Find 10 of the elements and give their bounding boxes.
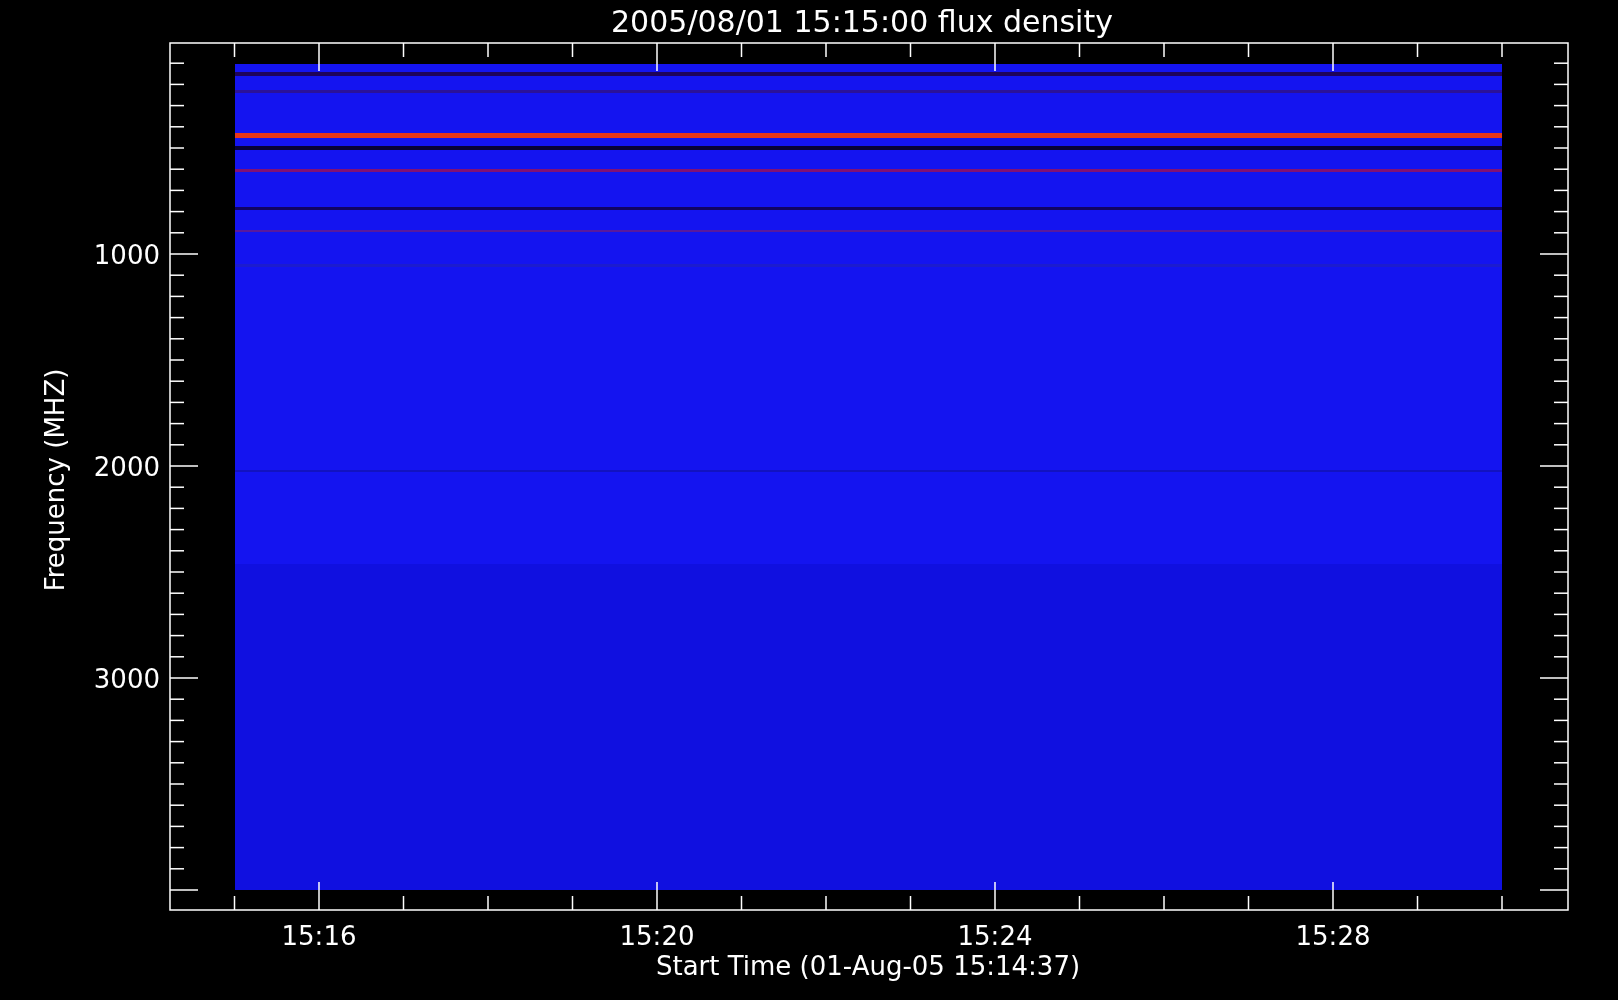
y-tick-label: 2000 [93, 452, 160, 482]
x-tick-label: 15:28 [1295, 921, 1371, 951]
x-axis-label: Start Time (01-Aug-05 15:14:37) [655, 951, 1081, 981]
y-tick-label: 1000 [93, 240, 160, 270]
x-tick-label: 15:16 [281, 921, 357, 951]
x-tick-label: 15:24 [957, 921, 1033, 951]
y-axis-label: Frequency (MHZ) [40, 368, 70, 592]
x-tick-label: 15:20 [619, 921, 695, 951]
y-tick-label: 3000 [93, 664, 160, 694]
chart-title: 2005/08/01 15:15:00 flux density [611, 4, 1113, 39]
